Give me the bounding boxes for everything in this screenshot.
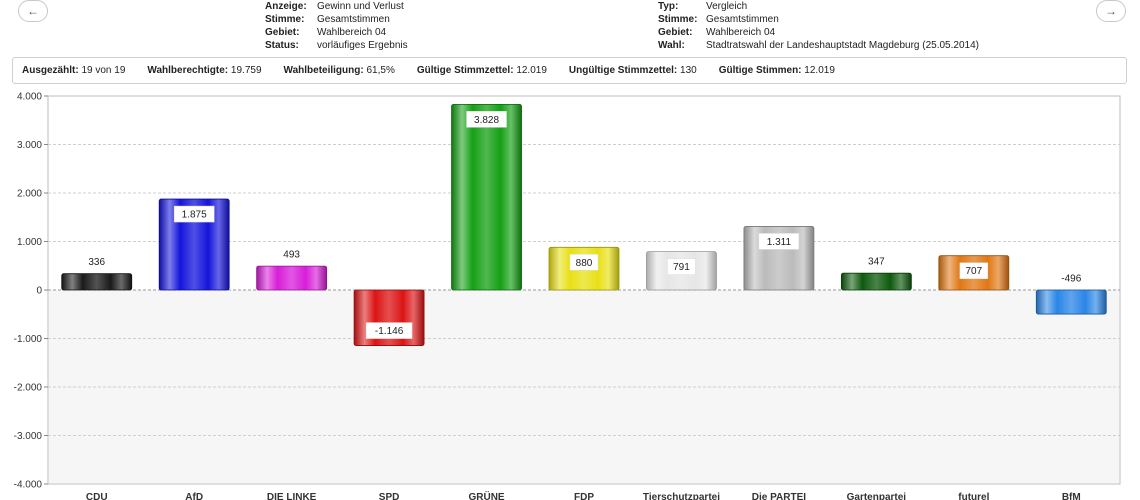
data-label: 880 — [576, 258, 593, 269]
data-label: -1.146 — [375, 326, 404, 337]
data-label: -496 — [1061, 274, 1081, 285]
data-label: 336 — [88, 257, 105, 268]
gain-loss-bar-chart: 4.000 3.000 2.000 1.000 0 -1.000 -2.000 -3.000 -… — [14, 92, 1121, 500]
category-label: BfM — [1062, 492, 1081, 500]
y-tick-label: 2.000 — [17, 189, 42, 200]
y-tick-label: -4.000 — [14, 480, 43, 491]
category-label: GRÜNE — [468, 490, 504, 500]
data-label: 3.828 — [474, 115, 499, 126]
bar-die-linke — [256, 265, 328, 291]
data-label: 1.875 — [182, 210, 207, 221]
y-tick-label: -3.000 — [14, 431, 43, 442]
y-tick-label: 1.000 — [17, 237, 42, 248]
category-label: Tierschutzpartei — [643, 492, 720, 500]
category-label: Gartenpartei — [847, 492, 907, 500]
y-tick-label: -1.000 — [14, 334, 43, 345]
y-tick-label: -2.000 — [14, 383, 43, 394]
bar-bfm — [1035, 289, 1107, 315]
bar-gartenpartei — [840, 272, 912, 291]
category-label: FDP — [574, 492, 594, 500]
y-tick-label: 0 — [36, 286, 42, 297]
data-label: 707 — [965, 266, 982, 277]
y-tick-label: 3.000 — [17, 140, 42, 151]
category-label: DIE LINKE — [267, 492, 317, 500]
y-tick-label: 4.000 — [17, 92, 42, 103]
bar-cdu — [61, 273, 133, 291]
category-label: futurel — [958, 492, 989, 500]
chart-category-labels: CDU AfD DIE LINKE SPD GRÜNE FDP Tierschutzpart… — [86, 490, 1081, 500]
category-label: Die PARTEI — [752, 492, 806, 500]
bar-gr-ne — [451, 103, 522, 291]
data-label: 493 — [283, 250, 300, 261]
data-label: 791 — [673, 262, 690, 273]
category-label: CDU — [86, 492, 108, 500]
category-label: SPD — [379, 492, 400, 500]
category-label: AfD — [185, 492, 203, 500]
data-label: 347 — [868, 257, 885, 268]
data-label: 1.311 — [767, 237, 792, 248]
